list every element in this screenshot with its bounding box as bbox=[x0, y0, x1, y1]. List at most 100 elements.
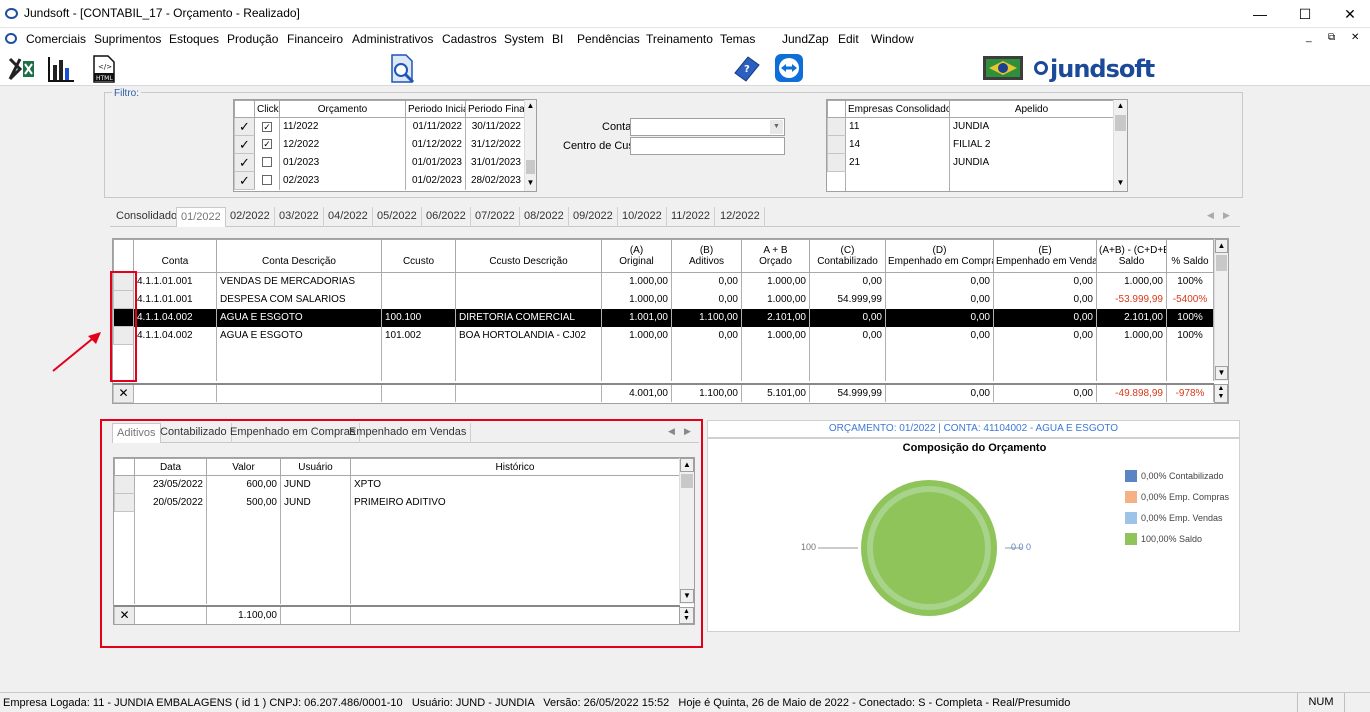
tab-04-2022[interactable]: 04/2022 bbox=[324, 207, 373, 227]
totals-spin-icon[interactable]: ▲ ▼ bbox=[1214, 384, 1228, 403]
conta-descricao-cell: DESPESA COM SALARIOS bbox=[216, 290, 382, 309]
teamviewer-icon[interactable] bbox=[774, 53, 804, 83]
menu-administrativos[interactable]: Administrativos bbox=[352, 32, 433, 46]
periods-scrollbar[interactable]: ▲ ▼ bbox=[524, 100, 536, 191]
col-empenhado-vendas[interactable]: (E) Empenhado em Vendas bbox=[993, 239, 1097, 273]
tab-scroll-left-icon[interactable]: ◀ bbox=[1207, 210, 1214, 221]
menu-comerciais[interactable]: Comerciais bbox=[26, 32, 86, 46]
budget-row[interactable]: 4.1.1.01.001 DESPESA COM SALARIOS 1.000,00… bbox=[113, 290, 1214, 309]
col-empenhado-compras[interactable]: (D) Empenhado em Compras bbox=[885, 239, 994, 273]
tab-01-2022[interactable]: 01/2022 bbox=[176, 207, 226, 227]
chevron-down-icon[interactable]: ▼ bbox=[770, 120, 783, 134]
scroll-down-icon[interactable]: ▼ bbox=[1114, 177, 1127, 191]
menu-treinamento[interactable]: Treinamento bbox=[646, 32, 713, 46]
row-check-icon: ✓ bbox=[234, 171, 255, 190]
scroll-up-icon[interactable]: ▲ bbox=[1114, 100, 1127, 114]
pie-slice[interactable] bbox=[861, 480, 997, 616]
excel-icon[interactable] bbox=[8, 55, 36, 83]
col-conta-descricao[interactable]: Conta Descrição bbox=[216, 239, 382, 273]
tab-10-2022[interactable]: 10/2022 bbox=[618, 207, 667, 227]
budget-scrollbar[interactable]: ▲ ▼ bbox=[1214, 239, 1228, 381]
col-periodo-final[interactable]: Periodo Final bbox=[465, 100, 525, 118]
conta-combobox[interactable]: ▼ bbox=[630, 118, 785, 136]
centro-custo-input[interactable] bbox=[630, 137, 785, 155]
period-row[interactable]: ✓ 02/2023 01/02/2023 28/02/2023 bbox=[234, 171, 525, 190]
tab-scroll-right-icon[interactable]: ▶ bbox=[1223, 210, 1230, 221]
scroll-up-icon[interactable]: ▲ bbox=[1215, 239, 1228, 253]
tab-03-2022[interactable]: 03/2022 bbox=[275, 207, 324, 227]
scroll-up-icon[interactable]: ▲ bbox=[525, 100, 536, 114]
period-row[interactable]: ✓ ✓ 12/2022 01/12/2022 31/12/2022 bbox=[234, 135, 525, 154]
menu-suprimentos[interactable]: Suprimentos bbox=[94, 32, 161, 46]
periodo-inicial-cell: 01/12/2022 bbox=[405, 135, 466, 154]
ccusto-descricao-cell bbox=[455, 272, 602, 291]
tab-05-2022[interactable]: 05/2022 bbox=[373, 207, 422, 227]
menu-edit[interactable]: Edit bbox=[838, 32, 859, 46]
menu-window[interactable]: Window bbox=[871, 32, 914, 46]
tab-08-2022[interactable]: 08/2022 bbox=[520, 207, 569, 227]
col-saldo[interactable]: (A+B) - (C+D+E) Saldo bbox=[1096, 239, 1167, 273]
menu-bi[interactable]: BI bbox=[552, 32, 563, 46]
empresa-row[interactable]: 21 JUNDIA bbox=[827, 153, 1114, 172]
scroll-down-icon[interactable]: ▼ bbox=[525, 177, 536, 191]
html-export-icon[interactable]: </> HTML bbox=[90, 55, 118, 83]
scroll-down-icon[interactable]: ▼ bbox=[1215, 366, 1228, 380]
scroll-thumb[interactable] bbox=[1115, 115, 1126, 131]
col-orcamento[interactable]: Orçamento bbox=[279, 100, 406, 118]
minimize-button[interactable]: — bbox=[1245, 4, 1275, 24]
menu-financeiro[interactable]: Financeiro bbox=[287, 32, 343, 46]
col-aditivos[interactable]: (B) Aditivos bbox=[671, 239, 742, 273]
menu-cadastros[interactable]: Cadastros bbox=[442, 32, 497, 46]
help-book-icon[interactable]: ? bbox=[732, 53, 762, 83]
periodo-final-cell: 31/01/2023 bbox=[465, 153, 525, 172]
col-apelido[interactable]: Apelido bbox=[949, 100, 1114, 118]
mdi-restore-button[interactable]: ⧉ bbox=[1328, 32, 1335, 43]
col-ccusto-descricao[interactable]: Ccusto Descrição bbox=[455, 239, 602, 273]
menu-estoques[interactable]: Estoques bbox=[169, 32, 219, 46]
bar-chart-icon[interactable] bbox=[47, 55, 75, 83]
menu-system[interactable]: System bbox=[504, 32, 544, 46]
period-row[interactable]: ✓ ✓ 11/2022 01/11/2022 30/11/2022 bbox=[234, 117, 525, 136]
mdi-minimize-button[interactable]: _ bbox=[1306, 32, 1312, 43]
click-checkbox[interactable] bbox=[262, 157, 272, 168]
tab-11-2022[interactable]: 11/2022 bbox=[667, 207, 715, 227]
scroll-thumb[interactable] bbox=[1216, 255, 1227, 271]
original-total-cell: 4.001,00 bbox=[601, 384, 672, 402]
search-document-icon[interactable] bbox=[386, 53, 418, 85]
col-conta[interactable]: Conta bbox=[133, 239, 217, 273]
menu-producao[interactable]: Produção bbox=[227, 32, 278, 46]
tab-07-2022[interactable]: 07/2022 bbox=[471, 207, 520, 227]
tab-06-2022[interactable]: 06/2022 bbox=[422, 207, 471, 227]
click-checkbox[interactable] bbox=[262, 175, 272, 186]
budget-row[interactable]: 4.1.1.01.001 VENDAS DE MERCADORIAS 1.000,0… bbox=[113, 272, 1214, 291]
empresas-scrollbar[interactable]: ▲ ▼ bbox=[1113, 100, 1127, 191]
menu-jundzap[interactable]: JundZap bbox=[782, 32, 829, 46]
tab-02-2022[interactable]: 02/2022 bbox=[226, 207, 275, 227]
col-click[interactable]: Click bbox=[254, 100, 280, 118]
legend-swatch bbox=[1125, 511, 1137, 524]
col-original[interactable]: (A) Original bbox=[601, 239, 672, 273]
click-checkbox[interactable]: ✓ bbox=[262, 121, 272, 132]
budget-row[interactable]: 4.1.1.04.002 AGUA E ESGOTO 101.002 BOA HORT… bbox=[113, 326, 1214, 345]
empresa-row[interactable]: 11 JUNDIA bbox=[827, 117, 1114, 136]
maximize-button[interactable]: ☐ bbox=[1290, 4, 1320, 24]
mdi-close-button[interactable]: ✕ bbox=[1351, 32, 1359, 43]
col-orcado[interactable]: A + B Orçado bbox=[741, 239, 810, 273]
menu-temas[interactable]: Temas bbox=[720, 32, 755, 46]
budget-row[interactable]: 4.1.1.04.002 AGUA E ESGOTO 100.100 DIRETORI… bbox=[113, 308, 1214, 327]
col-contabilizado[interactable]: (C) Contabilizado bbox=[809, 239, 886, 273]
cancel-x-icon[interactable]: ✕ bbox=[113, 383, 134, 403]
empresa-row[interactable]: 14 FILIAL 2 bbox=[827, 135, 1114, 154]
col-periodo-inicial[interactable]: Periodo Inicial bbox=[405, 100, 466, 118]
tab-09-2022[interactable]: 09/2022 bbox=[569, 207, 618, 227]
col-ccusto[interactable]: Ccusto bbox=[381, 239, 456, 273]
tab-12-2022[interactable]: 12/2022 bbox=[716, 207, 765, 227]
col-pct-saldo[interactable]: % Saldo bbox=[1166, 239, 1214, 273]
close-button[interactable]: ✕ bbox=[1335, 4, 1365, 24]
click-checkbox[interactable]: ✓ bbox=[262, 139, 272, 150]
scroll-thumb[interactable] bbox=[526, 160, 535, 174]
menu-pendencias[interactable]: Pendências bbox=[577, 32, 640, 46]
period-row[interactable]: ✓ 01/2023 01/01/2023 31/01/2023 bbox=[234, 153, 525, 172]
tab-consolidado[interactable]: Consolidado bbox=[112, 207, 183, 227]
col-empresas-consolidadoras[interactable]: Empresas Consolidadoras bbox=[845, 100, 950, 118]
